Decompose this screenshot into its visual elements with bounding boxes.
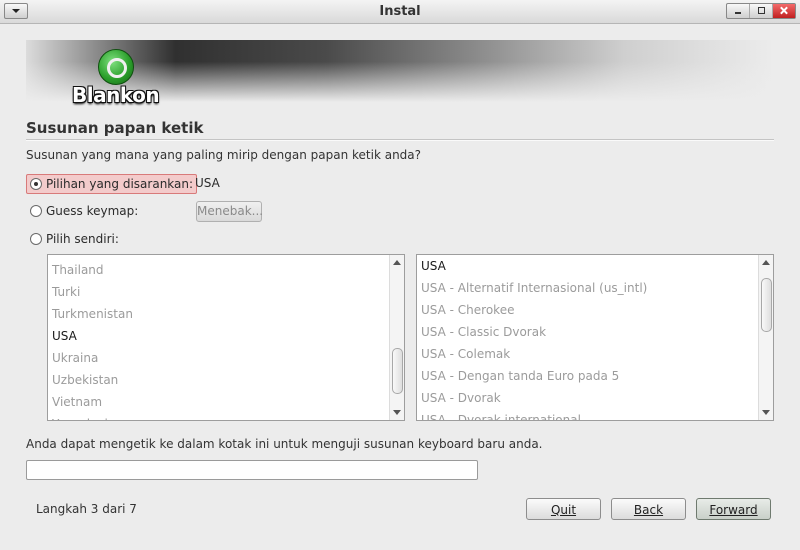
scroll-up-icon[interactable] <box>393 260 401 265</box>
window-title: Instal <box>379 4 421 19</box>
guess-keymap-label: Guess keymap: <box>46 204 139 218</box>
back-button-label: Back <box>633 503 664 517</box>
suggested-value: USA <box>195 176 220 190</box>
variant-list-item[interactable]: USA - Dvorak international <box>421 409 581 420</box>
quit-button[interactable]: Quit <box>526 498 601 520</box>
country-list-item[interactable]: Yugoslavia <box>52 413 115 420</box>
variant-list-item[interactable]: USA - Cherokee <box>421 299 514 321</box>
country-list-item[interactable]: Turkmenistan <box>52 303 133 325</box>
step-indicator: Langkah 3 dari 7 <box>36 502 137 516</box>
variant-list-item[interactable]: USA - Dengan tanda Euro pada 5 <box>421 365 619 387</box>
logo-globe-icon <box>98 49 134 85</box>
quit-button-label: Quit <box>550 503 577 517</box>
suggested-option-radio[interactable]: Pilihan yang disarankan: <box>26 174 198 194</box>
variant-list-scrollbar[interactable] <box>758 255 773 420</box>
minimize-button[interactable] <box>727 4 750 18</box>
country-list-item[interactable]: Vietnam <box>52 391 102 413</box>
scroll-thumb[interactable] <box>392 348 403 395</box>
country-list-item[interactable]: Thailand <box>52 259 104 281</box>
radio-selected-icon <box>30 178 42 190</box>
test-hint: Anda dapat mengetik ke dalam kotak ini u… <box>26 437 543 451</box>
country-list-item[interactable]: Turki <box>52 281 80 303</box>
back-button[interactable]: Back <box>611 498 686 520</box>
country-list-scrollbar[interactable] <box>389 255 404 420</box>
country-list[interactable]: Thailand Turki Turkmenistan USA Ukraina Uzbek… <box>47 254 405 421</box>
forward-button-label: Forward <box>709 503 758 517</box>
scroll-thumb[interactable] <box>761 277 772 332</box>
country-list-item[interactable]: USA <box>52 325 77 347</box>
manual-choice-radio[interactable]: Pilih sendiri: <box>30 230 119 248</box>
keyboard-test-input[interactable] <box>26 460 478 480</box>
guess-keymap-radio[interactable]: Guess keymap: <box>30 202 138 220</box>
variant-list-item[interactable]: USA - Alternatif Internasional (us_intl) <box>421 277 647 299</box>
forward-button[interactable]: Forward <box>696 498 771 520</box>
question-text: Susunan yang mana yang paling mirip deng… <box>26 148 422 162</box>
variant-list-item[interactable]: USA - Colemak <box>421 343 510 365</box>
scroll-down-icon[interactable] <box>393 410 401 415</box>
suggested-option-label: Pilihan yang disarankan: <box>46 177 194 191</box>
radio-unselected-icon <box>30 233 42 245</box>
variant-list-item[interactable]: USA <box>421 255 446 277</box>
guess-button[interactable]: Menebak... <box>196 201 263 222</box>
country-list-item[interactable]: Uzbekistan <box>52 369 118 391</box>
variant-list[interactable]: USA USA - Alternatif Internasional (us_in… <box>416 254 774 421</box>
manual-choice-label: Pilih sendiri: <box>46 232 119 246</box>
scroll-up-icon[interactable] <box>762 260 770 265</box>
page-title: Susunan papan ketik <box>26 119 204 137</box>
heading-divider <box>26 139 774 141</box>
logo-text: Blankon <box>72 83 160 107</box>
maximize-button[interactable] <box>750 4 773 18</box>
variant-list-item[interactable]: USA - Classic Dvorak <box>421 321 546 343</box>
radio-unselected-icon <box>30 205 42 217</box>
blankon-logo: Blankon <box>72 47 162 109</box>
title-bar: Instal <box>0 0 800 24</box>
scroll-down-icon[interactable] <box>762 410 770 415</box>
close-button[interactable] <box>773 4 795 18</box>
window-controls <box>726 3 796 19</box>
variant-list-item[interactable]: USA - Dvorak <box>421 387 501 409</box>
country-list-item[interactable]: Ukraina <box>52 347 98 369</box>
